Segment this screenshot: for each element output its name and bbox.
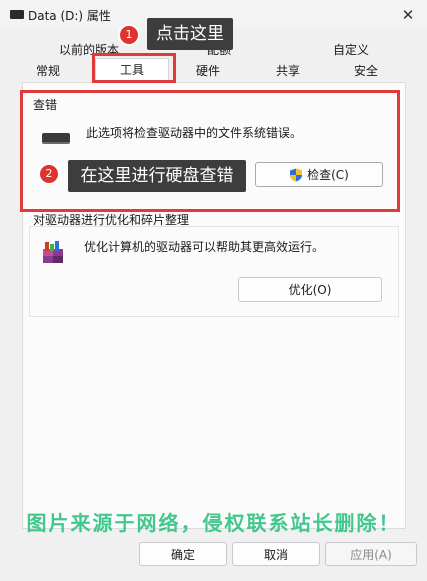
tab-security[interactable]: 安全	[354, 63, 378, 79]
optimize-button[interactable]: 优化(O)	[238, 277, 382, 302]
cancel-button[interactable]: 取消	[232, 542, 320, 566]
watermark-text: 图片来源于网络，侵权联系站长删除！	[26, 511, 401, 535]
tab-customize[interactable]: 自定义	[333, 42, 369, 58]
ok-button[interactable]: 确定	[139, 542, 227, 566]
window-title: Data (D:) 属性	[28, 9, 111, 23]
step-1-badge: 1	[118, 24, 140, 46]
highlight-error-check	[20, 90, 400, 212]
apply-button[interactable]: 应用(A)	[325, 542, 417, 566]
tab-hardware[interactable]: 硬件	[196, 63, 220, 79]
step-1-callout: 点击这里	[147, 18, 233, 50]
step-2-badge: 2	[38, 163, 60, 185]
tab-sharing[interactable]: 共享	[276, 63, 300, 79]
step-2-callout: 在这里进行硬盘查错	[68, 160, 246, 192]
close-button[interactable]: ✕	[395, 2, 421, 28]
optimize-description: 优化计算机的驱动器可以帮助其更高效运行。	[84, 240, 325, 254]
drive-title-icon	[10, 10, 24, 19]
defrag-icon	[43, 241, 63, 263]
highlight-tools-tab	[92, 53, 176, 83]
tab-general[interactable]: 常规	[36, 63, 60, 79]
